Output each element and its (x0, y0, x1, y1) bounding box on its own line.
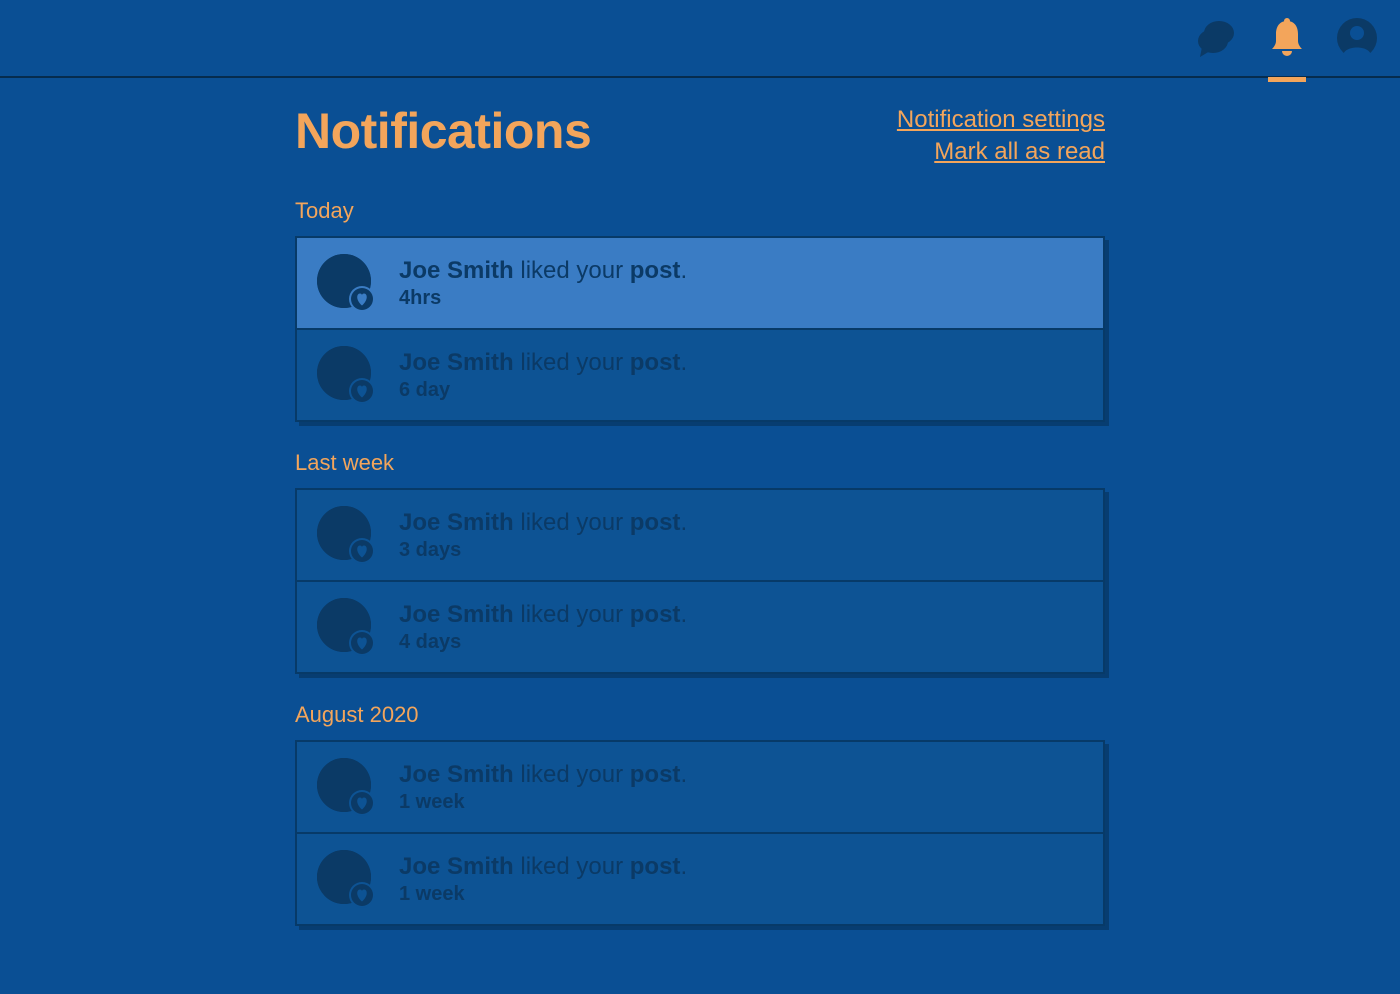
notification-middle-text: liked your (514, 853, 630, 880)
profile-icon[interactable] (1336, 17, 1378, 59)
notification-actor: Joe Smith (399, 349, 514, 376)
topbar (0, 0, 1400, 78)
main-content: Notifications Notification settings Mark… (295, 78, 1105, 994)
avatar-like-icon (315, 756, 377, 818)
chat-icon[interactable] (1196, 17, 1238, 59)
notification-time: 1 week (399, 883, 687, 906)
notification-suffix: . (680, 257, 687, 284)
notification-text: Joe Smith liked your post. (399, 509, 687, 537)
notification-object: post (630, 853, 681, 880)
notification-object: post (630, 761, 681, 788)
notification-item[interactable]: Joe Smith liked your post.3 days (295, 488, 1105, 582)
notification-middle-text: liked your (514, 257, 630, 284)
notification-time: 6 day (399, 379, 687, 402)
notification-group: Joe Smith liked your post.1 week Joe Smi… (295, 740, 1105, 926)
notification-actor: Joe Smith (399, 257, 514, 284)
notification-group: Joe Smith liked your post.4hrs Joe Smith… (295, 236, 1105, 422)
avatar-like-icon (315, 252, 377, 314)
notification-item[interactable]: Joe Smith liked your post.1 week (295, 740, 1105, 834)
notification-suffix: . (680, 761, 687, 788)
notification-middle-text: liked your (514, 761, 630, 788)
notification-actor: Joe Smith (399, 601, 514, 628)
notification-body: Joe Smith liked your post.3 days (399, 509, 687, 562)
avatar-like-icon (315, 504, 377, 566)
section-heading: August 2020 (295, 702, 1105, 728)
avatar-like-icon (315, 344, 377, 406)
section-heading: Today (295, 198, 1105, 224)
notification-suffix: . (680, 349, 687, 376)
notification-time: 1 week (399, 791, 687, 814)
notification-group: Joe Smith liked your post.3 days Joe Smi… (295, 488, 1105, 674)
notification-middle-text: liked your (514, 509, 630, 536)
notification-time: 4hrs (399, 287, 687, 310)
notification-middle-text: liked your (514, 601, 630, 628)
notification-body: Joe Smith liked your post.4 days (399, 601, 687, 654)
notification-text: Joe Smith liked your post. (399, 601, 687, 629)
header-actions: Notification settings Mark all as read (897, 102, 1105, 170)
page-header: Notifications Notification settings Mark… (295, 102, 1105, 170)
page-title: Notifications (295, 102, 591, 160)
notification-time: 3 days (399, 539, 687, 562)
active-tab-indicator (1268, 77, 1306, 82)
notification-text: Joe Smith liked your post. (399, 349, 687, 377)
notification-settings-link[interactable]: Notification settings (897, 106, 1105, 134)
notification-body: Joe Smith liked your post.1 week (399, 853, 687, 906)
mark-all-read-link[interactable]: Mark all as read (897, 138, 1105, 166)
notification-body: Joe Smith liked your post.1 week (399, 761, 687, 814)
notification-item[interactable]: Joe Smith liked your post.1 week (295, 834, 1105, 926)
avatar-like-icon (315, 848, 377, 910)
notification-item[interactable]: Joe Smith liked your post.4hrs (295, 236, 1105, 330)
notification-suffix: . (680, 601, 687, 628)
notification-actor: Joe Smith (399, 853, 514, 880)
notification-item[interactable]: Joe Smith liked your post.6 day (295, 330, 1105, 422)
notification-object: post (630, 509, 681, 536)
notification-text: Joe Smith liked your post. (399, 257, 687, 285)
notification-actor: Joe Smith (399, 761, 514, 788)
notification-text: Joe Smith liked your post. (399, 853, 687, 881)
avatar-like-icon (315, 596, 377, 658)
notification-object: post (630, 601, 681, 628)
bell-icon[interactable] (1266, 17, 1308, 59)
notification-item[interactable]: Joe Smith liked your post.4 days (295, 582, 1105, 674)
notification-time: 4 days (399, 631, 687, 654)
notification-middle-text: liked your (514, 349, 630, 376)
notification-suffix: . (680, 509, 687, 536)
notification-body: Joe Smith liked your post.4hrs (399, 257, 687, 310)
notification-text: Joe Smith liked your post. (399, 761, 687, 789)
notification-suffix: . (680, 853, 687, 880)
notification-object: post (630, 257, 681, 284)
notification-object: post (630, 349, 681, 376)
section-heading: Last week (295, 450, 1105, 476)
notification-actor: Joe Smith (399, 509, 514, 536)
notification-body: Joe Smith liked your post.6 day (399, 349, 687, 402)
